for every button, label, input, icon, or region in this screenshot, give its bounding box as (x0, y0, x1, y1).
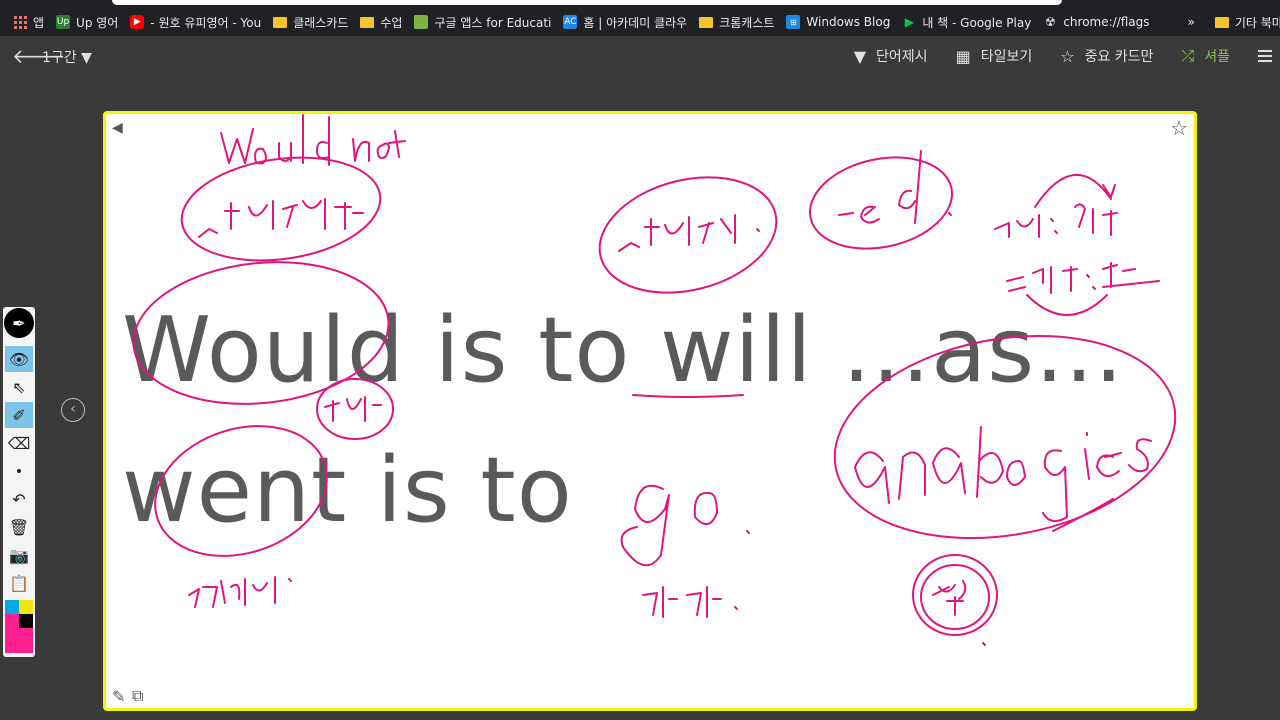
toolbar-actions: ▼ 단어제시 ▦ 타일보기 ☆ 중요 카드만 ⤮ 셔플 (854, 36, 1280, 76)
overflow-chevron-icon: » (1187, 15, 1195, 29)
drawing-tool-panel: ✒ 👁 ⇖ ✐ ⌫ ↶ 🗑 📷 📋 (3, 307, 35, 657)
bookmark-label: 홈 | 아카데미 클라우 (583, 15, 688, 30)
folder-icon (699, 16, 714, 28)
previous-card-button[interactable]: ‹ (61, 398, 85, 422)
folder-icon (1214, 16, 1229, 28)
bookmarks-bar: 앱 Up Up 영어 ▶ - 원호 유피영어 - You 클래스카드 수업 구글… (0, 8, 1280, 36)
youtube-icon: ▶ (130, 15, 145, 29)
shuffle-button[interactable]: ⤮ 셔플 (1181, 46, 1230, 66)
cursor-arrow-icon[interactable]: ⇖ (5, 374, 33, 400)
swatch-current-pink[interactable] (5, 628, 33, 653)
bookmark-class[interactable]: 수업 (354, 11, 408, 33)
triangle-down-icon: ▼ (853, 46, 867, 66)
star-outline-icon: ☆ (1060, 46, 1075, 66)
flashcard[interactable]: ◀ ☆ Would is to will ...as... went is to… (103, 111, 1197, 711)
play-icon: ▶ (904, 15, 914, 29)
bookmark-label: Up 영어 (76, 15, 119, 30)
back-arrow-icon[interactable]: 🡐 (12, 46, 66, 66)
shuffle-label: 셔플 (1204, 49, 1230, 65)
green-book-icon (414, 15, 429, 29)
clipboard-icon[interactable]: 📋 (5, 570, 33, 596)
speaker-icon[interactable]: ◀ (112, 120, 123, 136)
shuffle-icon: ⤮ (1181, 46, 1195, 65)
bookmark-label: chrome://flags (1063, 15, 1150, 29)
important-only-button[interactable]: ☆ 중요 카드만 (1060, 46, 1153, 66)
chevron-left-icon: ‹ (70, 401, 76, 417)
bookmark-label: 클래스카드 (293, 15, 349, 30)
tile-view-label: 타일보기 (980, 49, 1033, 65)
bookmark-label: 수업 (380, 15, 403, 30)
eraser-icon[interactable]: ⌫ (5, 430, 33, 456)
bookmark-label: Windows Blog (806, 15, 891, 29)
section-dropdown[interactable]: 1구간 ▼ (42, 47, 92, 67)
app-toolbar: 🡐 1구간 ▼ ▼ 단어제시 ▦ 타일보기 ☆ 중요 카드만 ⤮ 셔플 (0, 36, 1280, 76)
bookmark-other[interactable]: 기타 북마크 (1209, 11, 1280, 33)
bookmark-academy-cloud[interactable]: AC 홈 | 아카데미 클라우 (557, 11, 693, 33)
card-sentence-line-2: went is to (122, 438, 573, 543)
external-link-icon[interactable]: ⧉ (132, 686, 143, 706)
color-swatches (5, 600, 33, 655)
eye-icon[interactable]: 👁 (5, 346, 33, 372)
ac-icon: AC (563, 15, 578, 29)
bookmark-up-english[interactable]: Up Up 영어 (50, 11, 124, 33)
star-outline-icon[interactable]: ☆ (1170, 116, 1188, 140)
swatch-yellow[interactable] (19, 600, 33, 614)
pencil-icon[interactable]: ✎ (112, 687, 125, 706)
green-tile-icon: Up (56, 15, 71, 29)
bookmark-google-apps-edu[interactable]: 구글 앱스 for Educati (408, 11, 557, 33)
bookmark-google-play-books[interactable]: ▶ 내 책 - Google Play (896, 11, 1037, 33)
bookmark-chromecast[interactable]: 크롬캐스트 (693, 11, 780, 33)
camera-icon[interactable]: 📷 (5, 542, 33, 568)
address-bar[interactable] (112, 0, 1062, 5)
bookmark-label: - 원호 유피영어 - You (150, 15, 262, 30)
important-only-label: 중요 카드만 (1084, 49, 1154, 65)
show-word-label: 단어제시 (876, 49, 928, 65)
windows-icon: ⊞ (786, 15, 801, 29)
swatch-black[interactable] (19, 614, 33, 628)
bookmark-label: 구글 앱스 for Educati (434, 15, 552, 30)
bookmark-label: 내 책 - Google Play (922, 15, 1032, 30)
grid-icon: ▦ (955, 46, 971, 66)
browser-tab-strip (0, 0, 1280, 8)
swatch-blue[interactable] (5, 600, 19, 614)
show-word-button[interactable]: ▼ 단어제시 (854, 46, 928, 66)
apps-grid-icon (14, 15, 27, 29)
bookmark-apps[interactable]: 앱 (8, 11, 50, 33)
pen-nib-icon[interactable]: ✒ (4, 308, 34, 338)
bookmark-classcard[interactable]: 클래스카드 (267, 11, 354, 33)
folder-icon (360, 16, 375, 28)
flags-icon: ☢ (1044, 15, 1056, 29)
undo-icon[interactable]: ↶ (5, 486, 33, 512)
bookmark-youtube[interactable]: ▶ - 원호 유피영어 - You (124, 11, 267, 33)
swatch-pink[interactable] (5, 614, 19, 628)
brush-size-dot-icon[interactable] (5, 458, 33, 484)
tile-view-button[interactable]: ▦ 타일보기 (956, 46, 1033, 66)
bookmark-label: 크롬캐스트 (719, 15, 775, 30)
trash-icon[interactable]: 🗑 (5, 514, 33, 540)
bookmark-label: 앱 (33, 15, 45, 30)
bookmark-chrome-flags[interactable]: ☢ chrome://flags (1037, 11, 1155, 33)
menu-icon[interactable] (1258, 50, 1272, 62)
folder-icon (273, 16, 288, 28)
card-sentence-line-1: Would is to will ...as... (122, 298, 1124, 403)
bookmark-label: 기타 북마크 (1234, 15, 1280, 30)
highlighter-icon[interactable]: ✐ (5, 402, 33, 428)
bookmarks-overflow-button[interactable]: » (1182, 11, 1201, 33)
bookmark-windows-blog[interactable]: ⊞ Windows Blog (780, 11, 896, 33)
